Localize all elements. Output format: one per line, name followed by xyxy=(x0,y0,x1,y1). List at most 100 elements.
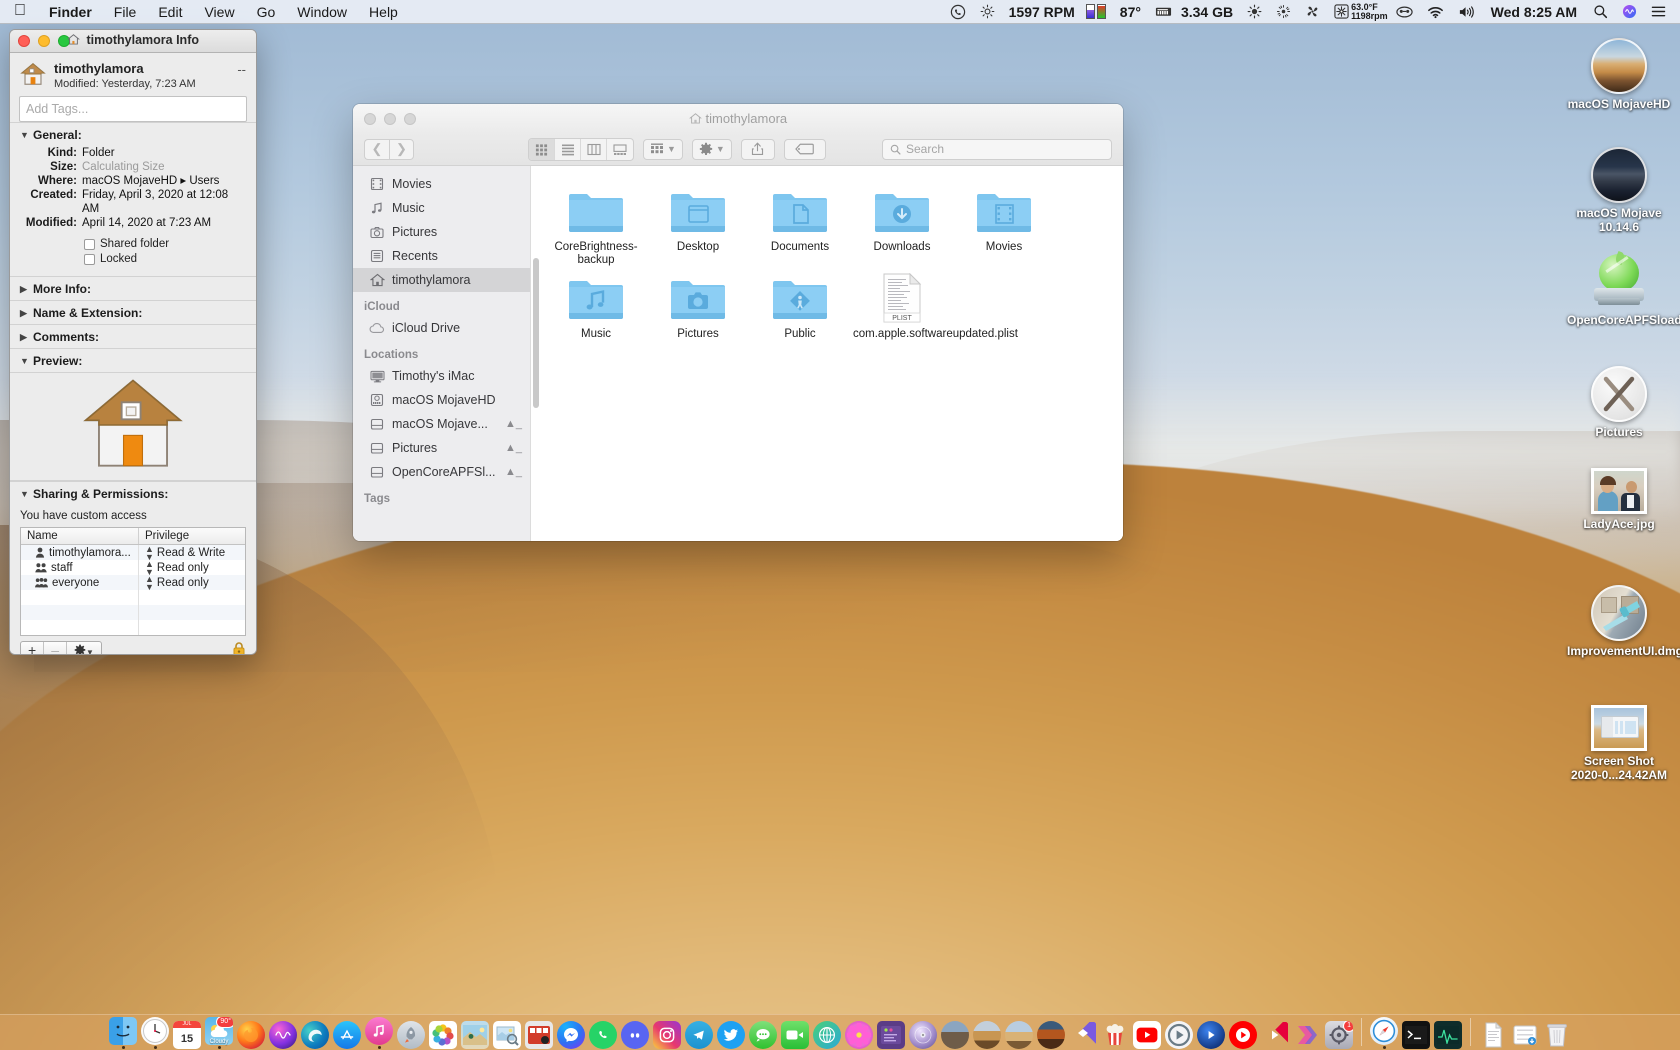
action-gear-button[interactable]: ▼ xyxy=(691,138,732,160)
dock-item-youtube-music[interactable] xyxy=(1228,1015,1258,1049)
dock-item-dropbox[interactable] xyxy=(1068,1015,1098,1049)
finder-sidebar[interactable]: Movies Music Pictures Recents timothylam… xyxy=(353,166,531,541)
dock-item-trash[interactable] xyxy=(1542,1015,1572,1049)
tag-button[interactable] xyxy=(783,138,826,160)
dock-item-facetime[interactable] xyxy=(780,1015,810,1049)
dock-item-edge[interactable] xyxy=(300,1015,330,1049)
dock-item-downloads-stack[interactable] xyxy=(1510,1015,1540,1049)
dock-item-system-preferences[interactable]: 1 xyxy=(1324,1015,1354,1049)
display-brightness-icon[interactable] xyxy=(1240,0,1269,24)
search-input[interactable]: Search xyxy=(882,138,1112,160)
fan-rpm-status[interactable]: 1597 RPM xyxy=(1002,0,1079,24)
menubar-clock[interactable]: Wed 8:25 AM xyxy=(1482,4,1586,20)
icon-view-icon[interactable] xyxy=(529,138,555,160)
siri-icon[interactable] xyxy=(1615,0,1644,24)
file-item-pictures[interactable]: Pictures xyxy=(647,267,749,341)
temperature-sensor-icon[interactable]: 63.0°F 1198rpm xyxy=(1327,0,1389,24)
dock-item-plex[interactable] xyxy=(1292,1015,1322,1049)
whatsapp-status-icon[interactable] xyxy=(943,0,973,24)
add-permission-button[interactable]: + xyxy=(21,642,45,654)
dock-item-wallpaper-2[interactable] xyxy=(972,1015,1002,1049)
dock-item-preview[interactable] xyxy=(492,1015,522,1049)
dock-item-calendar[interactable]: JUL 15 xyxy=(172,1015,202,1049)
stepper-icon[interactable]: ▲ ▼ xyxy=(145,574,154,591)
permissions-action-gear-button[interactable]: ▼ xyxy=(67,642,101,654)
zoom-button[interactable] xyxy=(404,112,416,125)
fan-icon[interactable] xyxy=(1298,0,1327,24)
chevron-left-icon[interactable]: ❮ xyxy=(364,138,389,160)
file-item-corebrightness-backup[interactable]: CoreBrightness-backup xyxy=(545,180,647,267)
keyboard-brightness-icon[interactable] xyxy=(1269,0,1298,24)
checkbox-box[interactable] xyxy=(84,238,95,250)
share-button[interactable] xyxy=(740,138,775,160)
dock-item-youtube[interactable] xyxy=(1132,1015,1162,1049)
finder-window-controls[interactable] xyxy=(364,112,416,125)
table-row[interactable]: everyone ▲ ▼ Read only xyxy=(21,574,245,591)
sidebar-item-timothylamora[interactable]: timothylamora xyxy=(353,268,530,292)
arrange-by-button[interactable]: ▼ xyxy=(643,138,683,160)
dock-item-dvd-player[interactable] xyxy=(908,1015,938,1049)
info-window-controls[interactable] xyxy=(18,35,70,47)
chevron-right-icon[interactable]: ❯ xyxy=(389,138,414,160)
dock-item-wallpaper-1[interactable] xyxy=(940,1015,970,1049)
dock-item-whatsapp[interactable] xyxy=(588,1015,618,1049)
gallery-view-icon[interactable] xyxy=(607,139,633,160)
wifi-icon[interactable] xyxy=(1420,0,1451,24)
add-tags-input[interactable]: Add Tags... xyxy=(19,96,247,122)
search-icon[interactable] xyxy=(1586,0,1615,24)
dock-item-clock[interactable] xyxy=(140,1015,170,1049)
dock-item-firefox[interactable] xyxy=(236,1015,266,1049)
dock-item-quicktime[interactable] xyxy=(1164,1015,1194,1049)
dock-item-twitter[interactable] xyxy=(716,1015,746,1049)
remove-permission-button[interactable]: – xyxy=(44,642,67,654)
file-item-desktop[interactable]: Desktop xyxy=(647,180,749,267)
column-view-icon[interactable] xyxy=(581,138,607,160)
volume-icon[interactable] xyxy=(1451,0,1482,24)
file-item-public[interactable]: Public xyxy=(749,267,851,341)
resource-bars-icon[interactable] xyxy=(1079,0,1113,24)
checkbox-shared-folder[interactable]: Shared folder xyxy=(84,238,256,250)
dock-item-finder[interactable] xyxy=(108,1015,138,1049)
section-header-sharing-permissions[interactable]: ▼ Sharing & Permissions: xyxy=(10,481,256,505)
desktop-icon-macos-mojave-10146[interactable]: macOS Mojave 10.14.6 xyxy=(1567,147,1671,234)
dock-item-app-store[interactable] xyxy=(332,1015,362,1049)
eject-icon[interactable]: ▲_ xyxy=(505,418,522,430)
menu-item-window[interactable]: Window xyxy=(286,0,358,24)
finder-titlebar[interactable]: timothylamora xyxy=(353,104,1123,133)
dock-item-weather[interactable]: 90° Cloudy xyxy=(204,1015,234,1049)
desktop-icon-opencoreapfsloader2[interactable]: OpenCoreAPFSloader2 xyxy=(1567,250,1680,327)
close-button[interactable] xyxy=(18,35,30,47)
desktop-icon-improvementui-dmg[interactable]: ImprovementUI.dmg xyxy=(1567,585,1680,658)
menu-item-finder[interactable]: Finder xyxy=(38,0,103,24)
sidebar-item-pictures-drive[interactable]: Pictures ▲_ xyxy=(353,436,530,460)
menu-item-view[interactable]: View xyxy=(193,0,245,24)
file-item-documents[interactable]: Documents xyxy=(749,180,851,267)
desktop-icon-macos-mojavehd[interactable]: macOS MojaveHD xyxy=(1567,38,1671,111)
dock-item-itunes[interactable] xyxy=(364,1015,394,1049)
close-button[interactable] xyxy=(364,112,376,125)
section-header-preview[interactable]: ▼ Preview: xyxy=(10,348,256,372)
memory-chip-icon[interactable] xyxy=(1148,0,1179,24)
cpu-temp-status[interactable]: 87° xyxy=(1113,0,1148,24)
sidebar-item-music[interactable]: Music xyxy=(353,196,530,220)
dock-item-siri[interactable] xyxy=(268,1015,298,1049)
sidebar-item-opencoreapfsloader[interactable]: OpenCoreAPFSl... ▲_ xyxy=(353,460,530,484)
desktop-icon-pictures-disk[interactable]: Pictures xyxy=(1567,366,1671,439)
dock-item-virtualbox[interactable] xyxy=(524,1015,554,1049)
menu-item-edit[interactable]: Edit xyxy=(147,0,193,24)
dock-item-elmedia[interactable] xyxy=(1260,1015,1290,1049)
dock-item-documents-stack[interactable] xyxy=(1478,1015,1508,1049)
dock-item-activity-monitor[interactable] xyxy=(1433,1015,1463,1049)
dock-item-image-capture[interactable] xyxy=(460,1015,490,1049)
file-item-music[interactable]: Music xyxy=(545,267,647,341)
minimize-button[interactable] xyxy=(384,112,396,125)
section-header-name-extension[interactable]: ▶ Name & Extension: xyxy=(10,300,256,324)
sidebar-item-timothys-imac[interactable]: Timothy's iMac xyxy=(353,364,530,388)
sidebar-item-macos-mojavehd[interactable]: macOS MojaveHD xyxy=(353,388,530,412)
menu-item-file[interactable]: File xyxy=(103,0,148,24)
dock-item-discord[interactable] xyxy=(620,1015,650,1049)
dock-item-messages[interactable] xyxy=(748,1015,778,1049)
dock-item-messenger[interactable] xyxy=(556,1015,586,1049)
dock-item-telegram[interactable] xyxy=(684,1015,714,1049)
table-row[interactable]: staff ▲ ▼ Read only xyxy=(21,559,245,576)
